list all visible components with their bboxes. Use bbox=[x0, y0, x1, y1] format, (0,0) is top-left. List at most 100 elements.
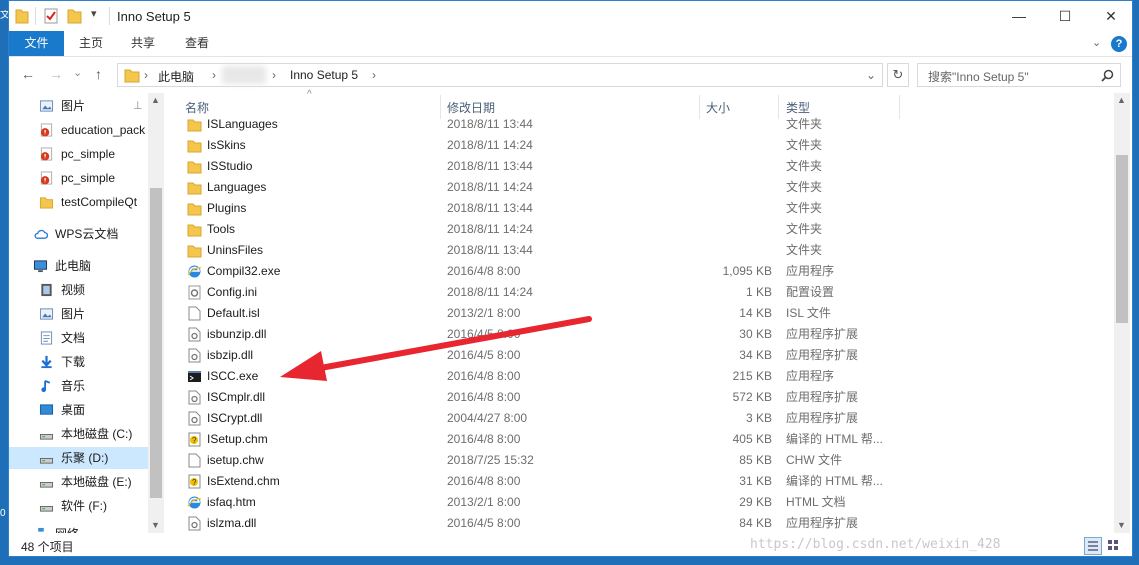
folder-icon bbox=[187, 203, 202, 216]
breadcrumb-this-pc[interactable]: 此电脑 bbox=[158, 68, 194, 85]
svg-text:?: ? bbox=[192, 436, 197, 445]
file-row[interactable]: isbunzip.dll 2016/4/5 8:00 30 KB 应用程序扩展 bbox=[169, 324, 1109, 345]
file-row[interactable]: isbzip.dll 2016/4/5 8:00 34 KB 应用程序扩展 bbox=[169, 345, 1109, 366]
file-row[interactable]: Compil32.exe 2016/4/8 8:00 1,095 KB 应用程序 bbox=[169, 261, 1109, 282]
file-row[interactable]: Config.ini 2018/8/11 14:24 1 KB 配置设置 bbox=[169, 282, 1109, 303]
nav-item[interactable]: 桌面 bbox=[9, 399, 161, 421]
breadcrumb-inno-setup[interactable]: Inno Setup 5 bbox=[290, 68, 358, 82]
details-view-button[interactable] bbox=[1084, 537, 1102, 555]
tab-file[interactable]: 文件 bbox=[9, 31, 64, 56]
scroll-down-icon[interactable]: ▼ bbox=[1117, 520, 1126, 530]
address-bar[interactable]: › 此电脑 › › Inno Setup 5 › ⌄ bbox=[117, 63, 883, 87]
file-row[interactable]: ISCC.exe 2016/4/8 8:00 215 KB 应用程序 bbox=[169, 366, 1109, 387]
file-list-scrollbar[interactable]: ▲ ▼ bbox=[1114, 93, 1130, 533]
nav-item[interactable]: 此电脑 bbox=[9, 255, 161, 277]
file-date: 2018/8/11 13:44 bbox=[447, 159, 533, 173]
file-name: UninsFiles bbox=[207, 243, 264, 257]
tab-view[interactable]: 查看 bbox=[175, 31, 219, 56]
file-type: 编译的 HTML 帮... bbox=[786, 432, 883, 446]
scrollbar-thumb[interactable] bbox=[150, 188, 162, 498]
file-row[interactable]: ISStudio 2018/8/11 13:44 文件夹 bbox=[169, 156, 1109, 177]
nav-item[interactable]: 乐聚 (D:) bbox=[9, 447, 161, 469]
nav-item[interactable]: 音乐 bbox=[9, 375, 161, 397]
nav-item[interactable]: 软件 (F:) bbox=[9, 495, 161, 517]
large-icons-view-icon bbox=[1108, 540, 1118, 550]
file-name: ISCmplr.dll bbox=[207, 390, 266, 404]
nav-item[interactable]: 本地磁盘 (C:) bbox=[9, 423, 161, 445]
help-button[interactable]: ? bbox=[1111, 36, 1127, 52]
tab-home[interactable]: 主页 bbox=[69, 31, 113, 56]
column-date[interactable]: 修改日期 bbox=[447, 99, 495, 116]
close-button[interactable]: ✕ bbox=[1088, 1, 1132, 31]
column-name[interactable]: 名称 bbox=[185, 99, 209, 116]
file-name: isbzip.dll bbox=[207, 348, 254, 362]
navigation-scrollbar[interactable]: ▲ ▼ bbox=[148, 93, 164, 533]
nav-item[interactable]: 文档 bbox=[9, 327, 161, 349]
ribbon-tabs: 文件 主页 共享 查看 ⌄ ? bbox=[9, 31, 1132, 57]
file-row[interactable]: isetup.chw 2018/7/25 15:32 85 KB CHW 文件 bbox=[169, 450, 1109, 471]
nav-item[interactable]: 视频 bbox=[9, 279, 161, 301]
file-row[interactable]: Tools 2018/8/11 14:24 文件夹 bbox=[169, 219, 1109, 240]
file-date: 2016/4/8 8:00 bbox=[447, 390, 521, 404]
pin-icon[interactable]: ⊥ bbox=[133, 95, 143, 117]
file-row[interactable]: ? IsExtend.chm 2016/4/8 8:00 31 KB 编译的 HTML … bbox=[169, 471, 1109, 492]
file-row[interactable]: Default.isl 2013/2/1 8:00 14 KB ISL 文件 bbox=[169, 303, 1109, 324]
file-row[interactable]: Languages 2018/8/11 14:24 文件夹 bbox=[169, 177, 1109, 198]
file-type: 文件夹 bbox=[786, 201, 823, 215]
file-name: islzma.dll bbox=[207, 516, 257, 530]
folder-icon bbox=[39, 197, 54, 209]
file-size: 1 KB bbox=[745, 285, 772, 299]
file-row[interactable]: ? ISetup.chm 2016/4/8 8:00 405 KB 编译的 HTML 帮… bbox=[169, 429, 1109, 450]
nav-item[interactable]: 图片 ⊥ bbox=[9, 95, 161, 117]
nav-item[interactable]: 本地磁盘 (E:) bbox=[9, 471, 161, 493]
nav-item[interactable]: education_pack bbox=[9, 119, 161, 141]
file-size: 572 KB bbox=[732, 390, 772, 404]
file-type: 应用程序 bbox=[786, 264, 835, 278]
recent-locations-button[interactable]: ⌄ bbox=[73, 66, 82, 79]
scrollbar-thumb[interactable] bbox=[1116, 155, 1128, 323]
customize-quick-access-icon[interactable]: ▾ bbox=[91, 7, 97, 25]
file-row[interactable]: ISCrypt.dll 2004/4/27 8:00 3 KB 应用程序扩展 bbox=[169, 408, 1109, 429]
dll-icon bbox=[188, 516, 201, 531]
refresh-button[interactable]: ↻ bbox=[887, 63, 909, 87]
back-button[interactable]: ← bbox=[21, 66, 35, 82]
sort-ascending-icon: ^ bbox=[307, 89, 312, 100]
nav-item[interactable]: 图片 bbox=[9, 303, 161, 325]
nav-item[interactable]: pc_simple bbox=[9, 143, 161, 165]
file-row[interactable]: ISCmplr.dll 2016/4/8 8:00 572 KB 应用程序扩展 bbox=[169, 387, 1109, 408]
file-row[interactable]: Plugins 2018/8/11 13:44 文件夹 bbox=[169, 198, 1109, 219]
minimize-button[interactable]: — bbox=[996, 1, 1042, 31]
column-size[interactable]: 大小 bbox=[706, 99, 730, 116]
file-row[interactable]: islzma.dll 2016/4/5 8:00 84 KB 应用程序扩展 bbox=[169, 513, 1109, 533]
tab-share[interactable]: 共享 bbox=[121, 31, 165, 56]
nav-item[interactable]: 下载 bbox=[9, 351, 161, 373]
file-row[interactable]: isfaq.htm 2013/2/1 8:00 29 KB HTML 文档 bbox=[169, 492, 1109, 513]
nav-item[interactable]: pc_simple bbox=[9, 167, 161, 189]
expand-ribbon-icon[interactable]: ⌄ bbox=[1092, 36, 1101, 49]
file-type: 应用程序扩展 bbox=[786, 327, 859, 341]
nav-item[interactable]: testCompileQt bbox=[9, 191, 161, 213]
column-type[interactable]: 类型 bbox=[786, 99, 810, 116]
dll-icon bbox=[188, 348, 201, 363]
search-input[interactable]: 搜索"Inno Setup 5" bbox=[917, 63, 1121, 87]
nav-item[interactable]: WPS云文档 bbox=[9, 223, 161, 245]
scroll-up-icon[interactable]: ▲ bbox=[151, 95, 160, 105]
file-row[interactable]: IsSkins 2018/8/11 14:24 文件夹 bbox=[169, 135, 1109, 156]
forward-button[interactable]: → bbox=[49, 66, 63, 82]
up-button[interactable]: ↑ bbox=[95, 66, 102, 82]
file-row[interactable]: UninsFiles 2018/8/11 13:44 文件夹 bbox=[169, 240, 1109, 261]
window-title: Inno Setup 5 bbox=[117, 9, 191, 24]
nav-item[interactable]: 网络 bbox=[9, 523, 161, 533]
nav-item-label: 本地磁盘 (E:) bbox=[61, 475, 132, 489]
address-dropdown-icon[interactable]: ⌄ bbox=[866, 68, 876, 82]
nav-item-label: 软件 (F:) bbox=[61, 499, 107, 513]
file-type: 配置设置 bbox=[786, 285, 835, 299]
file-row[interactable]: ISLanguages 2018/8/11 13:44 文件夹 bbox=[169, 115, 1109, 135]
scroll-down-icon[interactable]: ▼ bbox=[151, 520, 160, 530]
console-app-icon bbox=[188, 371, 201, 382]
large-icons-view-button[interactable] bbox=[1105, 537, 1123, 555]
scroll-up-icon[interactable]: ▲ bbox=[1117, 95, 1126, 105]
properties-icon[interactable] bbox=[43, 7, 59, 25]
new-folder-icon[interactable] bbox=[67, 7, 83, 25]
maximize-button[interactable]: ☐ bbox=[1042, 1, 1088, 31]
